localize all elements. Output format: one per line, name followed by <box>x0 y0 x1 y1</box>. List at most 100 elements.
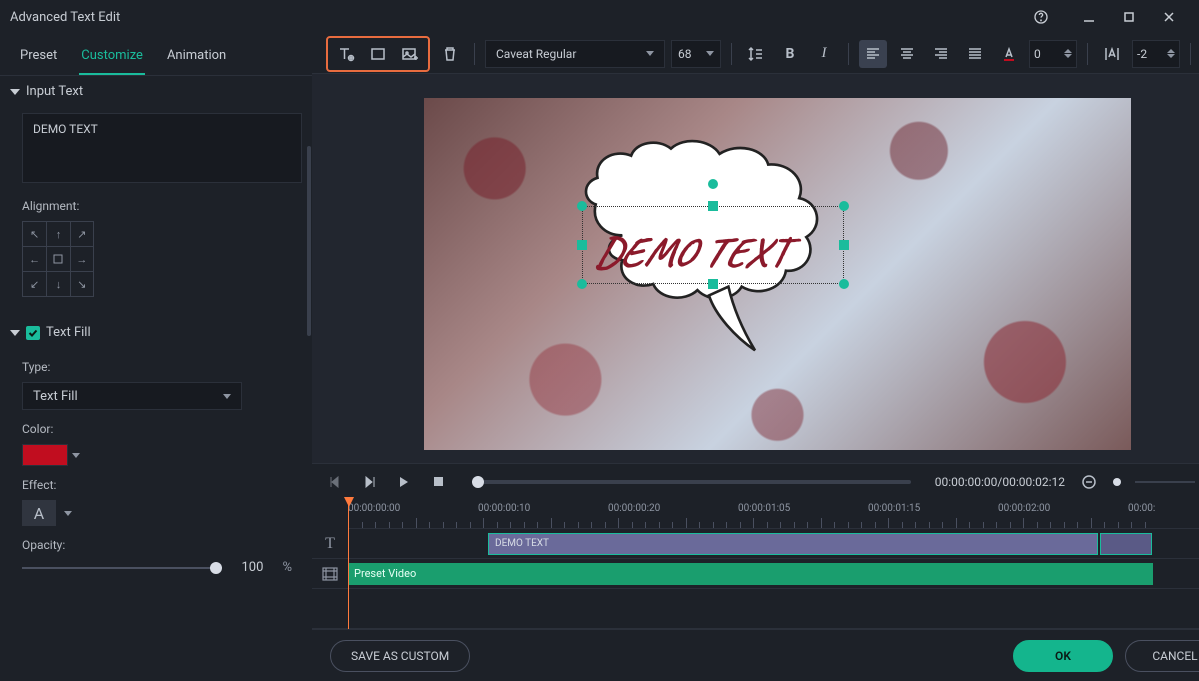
font-size-value: 68 <box>678 47 692 61</box>
video-track: Preset Video <box>312 559 1199 589</box>
chevron-down-icon <box>223 394 231 399</box>
align-center[interactable] <box>46 247 69 271</box>
align-top-center[interactable]: ↑ <box>46 222 69 246</box>
chevron-down-icon <box>706 51 714 56</box>
zoom-slider[interactable] <box>1113 478 1121 486</box>
text-clip[interactable]: DEMO TEXT <box>488 533 1098 555</box>
opacity-unit: % <box>282 560 292 575</box>
stop-button[interactable] <box>428 472 448 492</box>
type-select[interactable]: Text Fill <box>22 382 242 410</box>
color-swatch[interactable] <box>22 444 68 466</box>
char-spacing-value: 0 <box>1034 47 1041 61</box>
italic-button[interactable]: I <box>810 40 838 68</box>
line-spacing-value: -2 <box>1137 47 1147 61</box>
zoom-out-button[interactable] <box>1079 472 1099 492</box>
minimize-button[interactable] <box>1069 0 1109 34</box>
align-mid-right[interactable]: → <box>70 247 93 271</box>
spinner[interactable] <box>1167 49 1175 58</box>
tab-bar: Preset Customize Animation <box>0 34 312 76</box>
chevron-down-icon[interactable] <box>72 453 80 458</box>
text-fill-checkbox[interactable] <box>26 326 40 340</box>
video-clip[interactable]: Preset Video <box>348 563 1153 585</box>
tab-customize[interactable]: Customize <box>79 42 145 75</box>
font-color-button[interactable] <box>995 40 1023 68</box>
maximize-button[interactable] <box>1109 0 1149 34</box>
section-text-fill[interactable]: Text Fill <box>0 317 312 348</box>
align-bot-right[interactable]: ↘ <box>70 272 93 296</box>
chevron-down-icon[interactable] <box>64 511 72 516</box>
letter-spacing-icon[interactable] <box>1098 40 1126 68</box>
text-input[interactable] <box>22 113 302 183</box>
seek-bar[interactable] <box>472 480 911 484</box>
font-select[interactable]: Caveat Regular <box>485 40 665 68</box>
selection-box[interactable] <box>582 206 844 284</box>
right-panel: Caveat Regular 68 B I 0 <box>312 34 1199 681</box>
align-bot-left[interactable]: ↙ <box>23 272 46 296</box>
font-size-select[interactable]: 68 <box>671 40 721 68</box>
timeline-ruler[interactable]: 00:00:00:00 00:00:00:10 00:00:00:20 00:0… <box>348 499 1199 529</box>
close-button[interactable] <box>1149 0 1189 34</box>
text-track-lane[interactable]: DEMO TEXT <box>348 529 1199 559</box>
tab-animation[interactable]: Animation <box>165 42 228 75</box>
align-top-right[interactable]: ↗ <box>70 222 93 246</box>
seek-thumb[interactable] <box>472 476 484 488</box>
add-text-button[interactable] <box>332 40 360 68</box>
timeline: 00:00:00:00 00:00:00:10 00:00:00:20 00:0… <box>312 499 1199 629</box>
playhead-line[interactable] <box>348 499 349 629</box>
titlebar: Advanced Text Edit <box>0 0 1199 34</box>
line-height-button[interactable] <box>742 40 770 68</box>
char-spacing-input[interactable]: 0 <box>1029 40 1077 68</box>
align-left-button[interactable] <box>859 40 887 68</box>
effect-label: Effect: <box>0 466 312 500</box>
cancel-button[interactable]: CANCEL <box>1125 640 1199 672</box>
type-value: Text Fill <box>33 389 78 404</box>
zoom-track[interactable] <box>1135 481 1195 483</box>
highlighted-toolgroup <box>326 36 430 72</box>
tab-preset[interactable]: Preset <box>18 42 59 75</box>
help-button[interactable] <box>1033 9 1049 25</box>
text-clip-segment[interactable] <box>1100 533 1152 555</box>
window-title: Advanced Text Edit <box>10 10 1033 25</box>
empty-track <box>312 589 1199 629</box>
prev-frame-button[interactable] <box>326 472 346 492</box>
delete-button[interactable] <box>436 40 464 68</box>
preview-canvas[interactable]: DEMO TEXT <box>424 98 1131 450</box>
chevron-down-icon <box>646 51 654 56</box>
opacity-slider[interactable] <box>22 567 222 569</box>
line-spacing-input[interactable]: -2 <box>1132 40 1180 68</box>
text-track-icon: T <box>312 529 348 559</box>
ok-button[interactable]: OK <box>1013 640 1113 672</box>
opacity-label: Opacity: <box>0 526 312 560</box>
next-frame-button[interactable] <box>360 472 380 492</box>
bold-button[interactable]: B <box>776 40 804 68</box>
top-toolbar: Caveat Regular 68 B I 0 <box>312 34 1199 74</box>
play-button[interactable] <box>394 472 414 492</box>
slider-thumb[interactable] <box>210 562 222 574</box>
text-track: T DEMO TEXT <box>312 529 1199 559</box>
save-as-custom-button[interactable]: SAVE AS CUSTOM <box>330 640 470 672</box>
section-input-text[interactable]: Input Text <box>0 76 312 107</box>
color-label: Color: <box>0 410 312 444</box>
footer: SAVE AS CUSTOM OK CANCEL <box>312 629 1199 681</box>
font-value: Caveat Regular <box>496 47 576 61</box>
align-top-left[interactable]: ↖ <box>23 222 46 246</box>
preview-area: DEMO TEXT <box>312 74 1199 463</box>
add-image-button[interactable] <box>396 40 424 68</box>
effect-preset-button[interactable]: A <box>22 500 56 526</box>
transport-bar: 00:00:00:00/00:00:02:12 <box>312 463 1199 499</box>
alignment-label: Alignment: <box>0 187 312 221</box>
alignment-grid: ↖ ↑ ↗ ← → ↙ ↓ ↘ <box>22 221 94 297</box>
video-track-lane[interactable]: Preset Video <box>348 559 1199 589</box>
left-scrollbar[interactable] <box>307 146 311 336</box>
align-mid-left[interactable]: ← <box>23 247 46 271</box>
align-center-button[interactable] <box>893 40 921 68</box>
align-right-button[interactable] <box>927 40 955 68</box>
type-label: Type: <box>0 348 312 382</box>
section-title-textfill: Text Fill <box>46 325 91 340</box>
align-justify-button[interactable] <box>961 40 989 68</box>
align-bot-center[interactable]: ↓ <box>46 272 69 296</box>
timecode: 00:00:00:00/00:00:02:12 <box>935 475 1065 489</box>
spinner[interactable] <box>1064 49 1072 58</box>
add-shape-button[interactable] <box>364 40 392 68</box>
opacity-value[interactable]: 100 <box>232 560 272 575</box>
